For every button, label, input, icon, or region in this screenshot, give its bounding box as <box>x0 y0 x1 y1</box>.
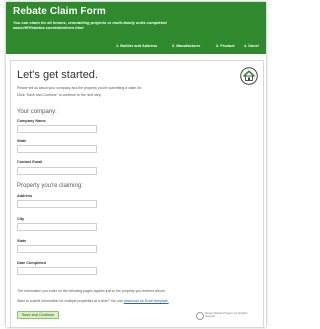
save-and-continue-button[interactable]: Save and Continue <box>17 311 59 319</box>
step-product[interactable]: 3. Product <box>216 44 235 48</box>
date-completed-label: Date Completed <box>17 261 46 265</box>
company-section-heading: Your company: <box>17 109 57 115</box>
main-heading: Let's get started. <box>17 69 98 81</box>
page-title: Rebate Claim Form <box>13 6 106 17</box>
address-label: Address <box>17 194 33 198</box>
city-input[interactable] <box>17 223 97 231</box>
footer-seal: Review Rebate Program (c) All rights res… <box>196 312 248 322</box>
step-nav: 1. Builder and Address 2. Manufacturer 3… <box>6 44 266 52</box>
city-label: City <box>17 217 25 221</box>
date-completed-input[interactable] <box>17 267 97 275</box>
company-name-label: Company Name <box>17 119 46 123</box>
seal-icon <box>196 312 204 320</box>
company-state-label: State <box>17 139 27 143</box>
info-note: The information you enter on the followi… <box>17 289 166 293</box>
form-panel: Let's get started. Please tell us about … <box>10 60 264 328</box>
intro-text: Please tell us about your company and th… <box>17 86 143 90</box>
property-state-label: State <box>17 239 27 243</box>
template-note: Want to submit information for multiple … <box>17 299 222 304</box>
download-template-link[interactable]: download an Excel template. <box>124 299 169 303</box>
seal-text: Review Rebate Program (c) All rights res… <box>205 312 248 319</box>
property-state-input[interactable] <box>17 245 97 253</box>
address-input[interactable] <box>17 200 97 208</box>
intro-instructions: Click "Save and Continue" to continue to… <box>17 93 102 97</box>
house-icon <box>240 67 258 85</box>
company-state-input[interactable] <box>17 145 97 153</box>
step-done[interactable]: 4. Done! <box>244 44 259 48</box>
template-note-text: Want to submit information for multiple … <box>17 299 124 303</box>
company-name-input[interactable] <box>17 125 97 133</box>
header-bar: Rebate Claim Form You can claim for all … <box>6 2 266 54</box>
step-builder-address[interactable]: 1. Builder and Address <box>116 44 157 48</box>
step-manufacturer[interactable]: 2. Manufacturer <box>172 44 200 48</box>
header-subtitle: You can claim for all homes, remodeling … <box>13 20 167 30</box>
property-section-heading: Property you're claiming: <box>17 183 83 189</box>
contact-email-input[interactable] <box>17 167 97 175</box>
form-frame: Rebate Claim Form You can claim for all … <box>6 2 266 328</box>
contact-email-label: Contact Email <box>17 160 43 164</box>
